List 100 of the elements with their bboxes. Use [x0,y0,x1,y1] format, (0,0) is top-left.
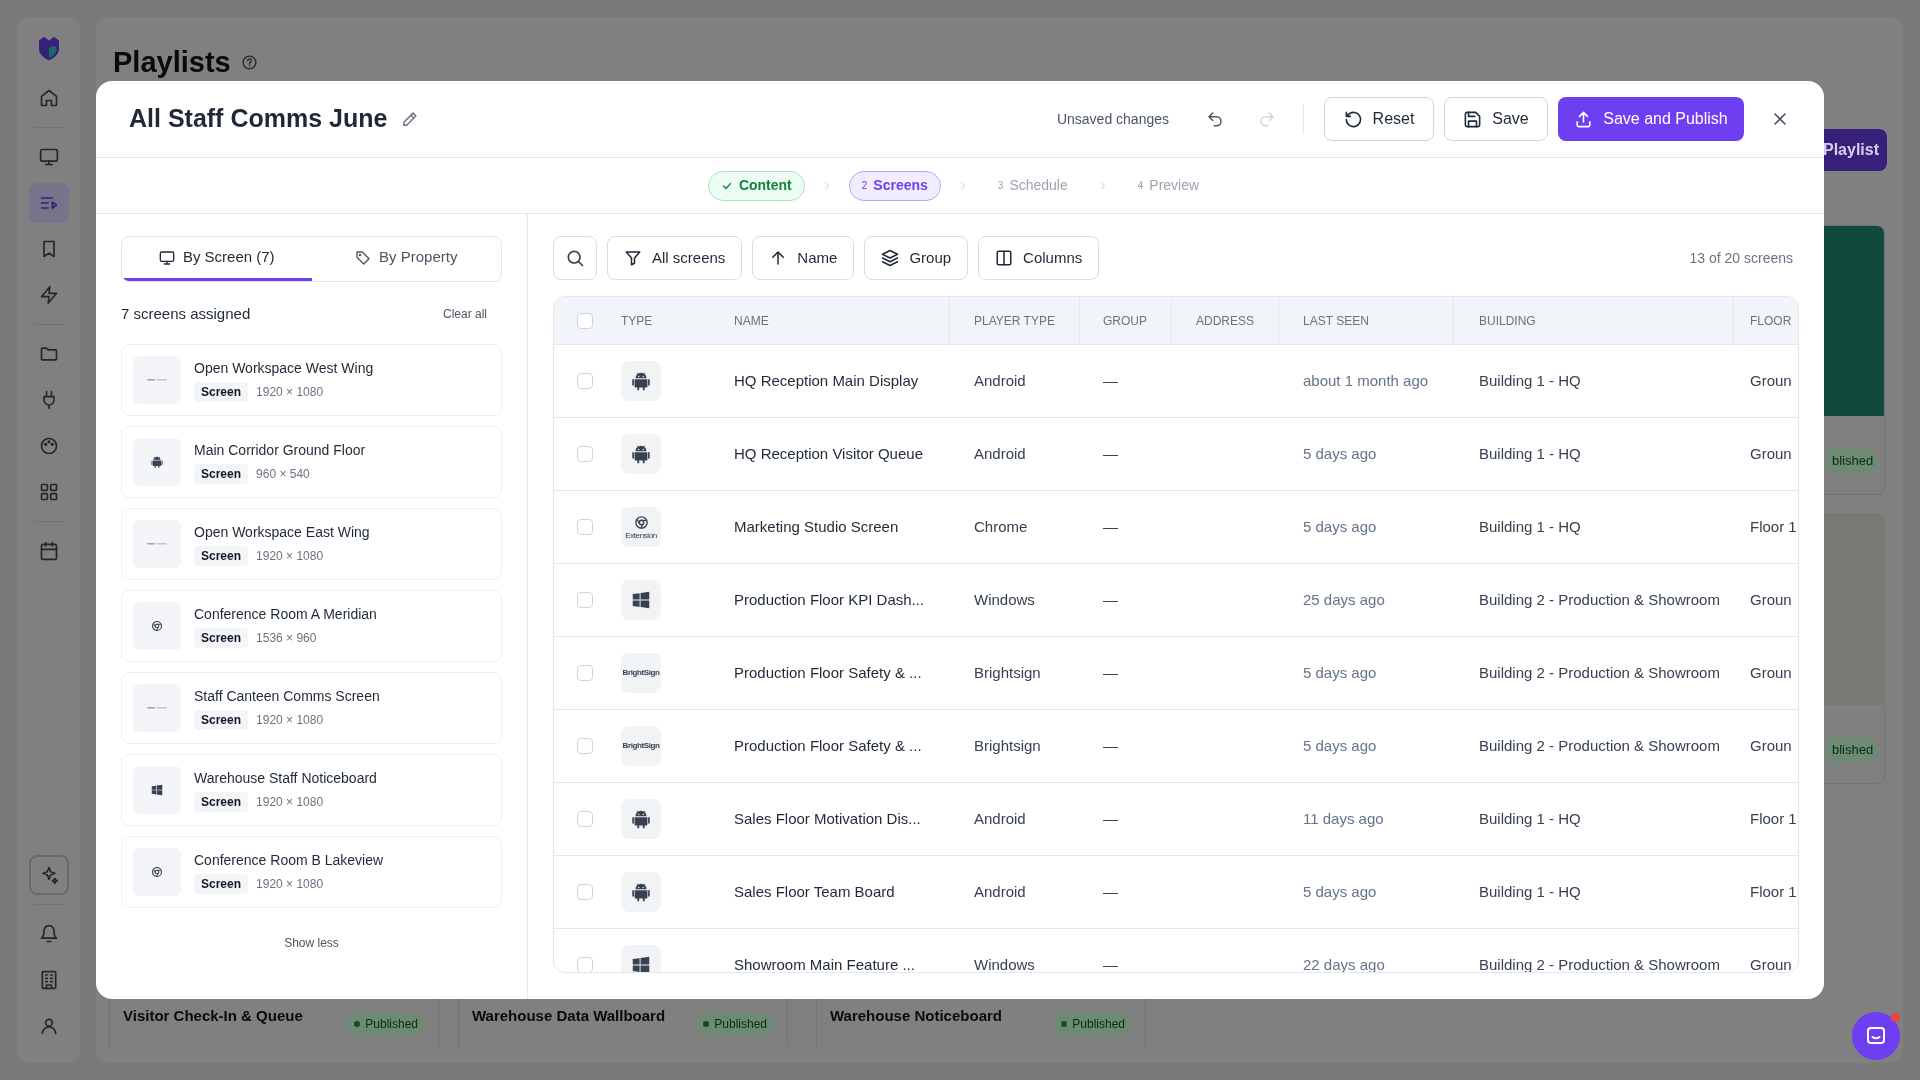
save-button[interactable]: Save [1444,97,1548,141]
last-seen: 5 days ago [1303,737,1377,754]
tab[interactable]: By Property [311,237,501,281]
last-seen: 11 days ago [1303,810,1384,827]
group-value: — [1103,810,1118,827]
screen-card[interactable]: Open Workspace West Wing Screen 1920 × 1080 [121,343,502,416]
clear-all-link[interactable]: Clear all [443,305,487,324]
logo-text: BrightSign [622,740,660,752]
screen-card[interactable]: Main Corridor Ground Floor Screen 960 × 540 [121,425,502,498]
floor-value: Groun [1750,372,1792,389]
screen-card[interactable]: Conference Room A Meridian Screen 1536 × 960 [121,589,502,662]
folder-icon [38,344,59,364]
logo-text: BrightSign [622,667,660,679]
checkbox[interactable] [577,811,593,827]
group-value: — [1103,518,1118,535]
group-value: — [1103,883,1118,900]
dialog-title: All Staff Comms June [129,103,388,135]
floor-value: Floor 1 [1750,883,1797,900]
filter-button[interactable]: All screens [607,236,743,280]
column-header[interactable]: BUILDING [1479,311,1536,330]
filter-button[interactable]: Name [752,236,855,280]
layers-icon [881,249,900,267]
screen-name: Sales Floor Team Board [734,883,895,900]
type-badge: Screen [194,463,249,484]
checkbox[interactable] [577,373,593,389]
status-badge: Published [1054,1013,1132,1035]
last-seen: 5 days ago [1303,664,1377,681]
screen-name: Sales Floor Motivation Dis... [734,810,921,827]
checkbox[interactable] [577,665,593,681]
last-seen: 5 days ago [1303,445,1377,462]
checkbox[interactable] [577,446,593,462]
edit-title-button[interactable] [401,110,419,128]
group-value: — [1103,372,1118,389]
player-type: Brightsign [974,664,1041,681]
home-icon [38,88,59,108]
nav-item[interactable] [28,855,69,895]
show-less-link[interactable]: Show less [284,933,339,952]
result-count: 13 of 20 screens [1689,248,1794,268]
column-header[interactable]: FLOOR [1750,311,1792,330]
reset-button[interactable]: Reset [1324,97,1434,141]
column-header[interactable]: NAME [734,311,769,330]
floor-value: Groun [1750,664,1792,681]
player-type: Android [974,445,1026,462]
filter-button[interactable]: Group [864,236,969,280]
columns-icon [995,249,1014,267]
player-type: Brightsign [974,737,1041,754]
step-tab[interactable]: 2 Screens [848,170,941,201]
last-seen: 5 days ago [1303,883,1377,900]
checkbox[interactable] [577,738,593,754]
column-header[interactable]: TYPE [621,311,653,330]
screen-card[interactable]: Open Workspace East Wing Screen 1920 × 1080 [121,507,502,580]
checkbox[interactable] [577,312,593,329]
player-type: Android [974,372,1026,389]
building-name: Building 2 - Production & Showroom [1479,737,1720,754]
chrome-icon [633,514,649,530]
resolution-text: 1920 × 1080 [256,711,324,729]
lightning-icon [38,285,59,305]
tab[interactable]: By Screen (7) [122,237,312,281]
group-value: — [1103,956,1118,972]
type-badge: Screen [194,873,249,894]
building-name: Building 1 - HQ [1479,883,1581,900]
floor-value: Floor 1 [1750,518,1797,535]
filter-icon [624,249,642,267]
redo-icon [1258,110,1276,128]
save-and-publish-button[interactable]: Save and Publish [1558,97,1744,141]
playlist-title: Warehouse Data Wallboard [472,1006,666,1026]
column-header[interactable]: LAST SEEN [1303,311,1369,330]
type-badge: Screen [194,627,249,648]
playlist-title: Visitor Check-In & Queue [123,1006,303,1026]
type-badge: Screen [194,381,249,402]
type-badge: Screen [194,709,249,730]
grid-icon [38,482,59,502]
resolution-text: 960 × 540 [256,465,310,483]
player-type: Chrome [974,518,1028,535]
android-icon [630,808,652,830]
status-badge: blished [1827,737,1879,763]
checkbox[interactable] [577,957,593,972]
step-tab[interactable]: Content [707,170,805,201]
chrome-icon [151,865,163,878]
column-header[interactable]: PLAYER TYPE [974,311,1055,330]
screen-card[interactable]: Warehouse Staff Noticeboard Screen 1920 × 1080 [121,753,502,826]
screen-name: Conference Room A Meridian [194,604,377,624]
page-title: Playlists [113,45,231,80]
checkbox[interactable] [577,519,593,535]
checkbox[interactable] [577,884,593,900]
screen-name: Warehouse Staff Noticeboard [194,768,377,788]
last-seen: about 1 month ago [1303,372,1429,389]
column-header[interactable]: ADDRESS [1196,311,1254,330]
resolution-text: 1920 × 1080 [256,793,324,811]
nav-item[interactable] [28,183,69,223]
column-header[interactable]: GROUP [1103,311,1147,330]
screen-card[interactable]: Staff Canteen Comms Screen Screen 1920 × 1080 [121,671,502,744]
resolution-text: 1920 × 1080 [256,383,324,401]
screen-card[interactable]: Conference Room B Lakeview Screen 1920 × 1080 [121,835,502,908]
palette-icon [38,436,59,456]
screen-name: Open Workspace East Wing [194,522,370,542]
search-button[interactable] [553,236,597,280]
filter-button[interactable]: Columns [978,236,1100,280]
windows-icon [630,589,652,611]
checkbox[interactable] [577,592,593,608]
